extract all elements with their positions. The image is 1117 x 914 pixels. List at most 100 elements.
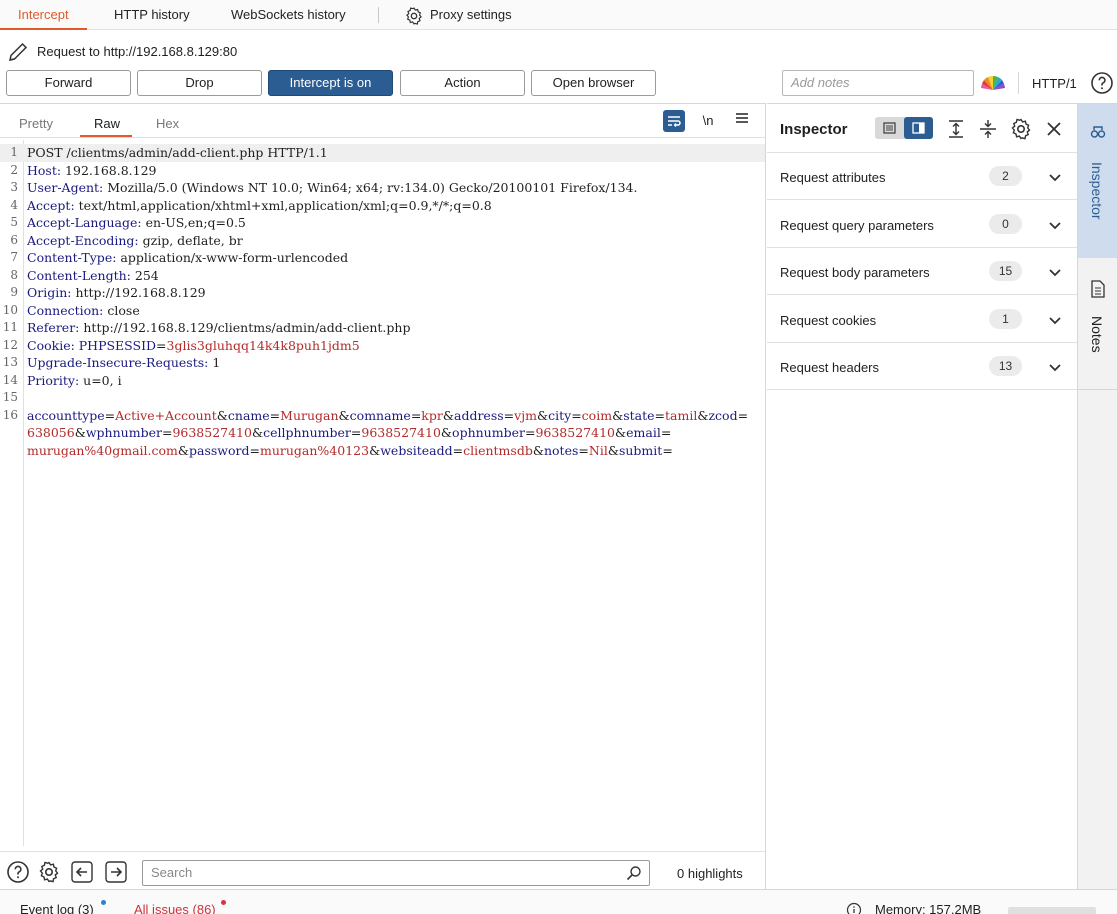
hamburger-icon [736,113,748,123]
action-button[interactable]: Action [400,70,525,96]
inspector-layout-toggle[interactable] [875,117,933,139]
toolbar-divider [1018,72,1019,94]
intercept-toggle-button[interactable]: Intercept is on [268,70,393,96]
code-line: 12 Cookie: PHPSESSID=3glis3gluhqq14k4k8pu… [0,337,765,355]
line-number: 1 [10,145,18,159]
line-text: Accept-Language: en-US,en;q=0.5 [27,214,765,232]
side-tab-notes[interactable]: Notes [1078,258,1117,390]
body-param-key: notes [543,442,579,458]
inspector-section[interactable]: Request query parameters 0 [767,201,1077,248]
inspector-section[interactable]: Request cookies 1 [767,296,1077,343]
request-line-text: POST /clientms/admin/add-client.php HTTP… [27,145,328,160]
chevron-down-icon[interactable] [1047,312,1063,328]
param-separator: & [440,425,453,440]
tab-http-history[interactable]: HTTP history [96,0,208,30]
code-line: 2 Host: 192.168.8.129 [0,162,765,180]
raw-request-text[interactable]: 1 POST /clientms/admin/add-client.php HTT… [0,140,765,846]
header-name: Origin: [27,285,72,300]
tab-pretty[interactable]: Pretty [19,116,53,131]
body-param-value: 638056 [27,425,75,440]
line-text: Accept: text/html,application/xhtml+xml,… [27,197,765,215]
gear-icon[interactable] [1009,117,1033,141]
body-param-value: murugan%40gmail.com [27,442,178,458]
add-notes-input[interactable]: Add notes [782,70,974,96]
line-text: POST /clientms/admin/add-client.php HTTP… [27,144,765,162]
memory-label: Memory: 157.2MB [875,902,982,914]
param-separator: & [216,407,228,423]
code-line: 5 Accept-Language: en-US,en;q=0.5 [0,214,765,232]
line-number: 5 [10,215,18,229]
param-separator: & [697,407,709,423]
wrap-icon [668,116,681,127]
header-value: application/x-www-form-urlencoded [116,250,349,265]
chevron-down-icon[interactable] [1047,217,1063,233]
show-newlines-button[interactable]: \n [697,110,719,132]
body-param-key: websiteadd [380,442,453,458]
inspector-header: Inspector [767,104,1077,153]
header-value: u=0, i [79,372,122,388]
tab-hex[interactable]: Hex [156,116,179,131]
line-text: Accept-Encoding: gzip, deflate, br [27,232,765,250]
expand-all-icon[interactable] [944,117,968,141]
line-number: 13 [2,355,18,369]
side-tab-notes-label: Notes [1089,316,1105,353]
param-equals: = [662,442,673,458]
header-value: 1 [208,355,221,370]
side-panel-tabs: Inspector Notes [1077,103,1117,889]
event-log-link[interactable]: Event log (3) [20,902,94,914]
tab-intercept[interactable]: Intercept [0,0,87,30]
line-number: 7 [10,250,18,264]
line-text: User-Agent: Mozilla/5.0 (Windows NT 10.0… [27,179,765,197]
inspector-section-label: Request cookies [780,312,877,328]
open-browser-button[interactable]: Open browser [531,70,656,96]
tab-raw[interactable]: Raw [94,116,120,131]
collapse-all-icon[interactable] [976,117,1000,141]
close-icon[interactable] [1042,117,1066,141]
layout-list-option[interactable] [875,117,904,139]
inspector-section[interactable]: Request body parameters 15 [767,248,1077,295]
chevron-down-icon[interactable] [1047,359,1063,375]
param-separator: & [74,425,86,440]
all-issues-link[interactable]: All issues (86) [134,902,216,914]
gear-icon[interactable] [37,860,61,884]
pencil-icon [9,42,28,61]
line-text: Priority: u=0, i [27,372,765,390]
line-text: Origin: http://192.168.8.129 [27,284,765,302]
body-param-value: 9638527410 [361,425,441,440]
body-param-value: Murugan [280,407,339,423]
help-icon[interactable] [1090,71,1114,95]
chevron-down-icon[interactable] [1047,264,1063,280]
layout-panel-option[interactable] [904,117,933,139]
inspector-icon [1090,126,1106,138]
tab-websockets-history[interactable]: WebSockets history [213,0,364,30]
body-param-key: wphnumber [85,425,162,440]
editor-menu-button[interactable] [731,110,753,132]
search-input[interactable]: Search [142,860,650,886]
param-separator: & [177,442,190,458]
forward-button[interactable]: Forward [6,70,131,96]
body-param-value: coim [581,407,613,423]
arrow-right-icon[interactable] [104,860,128,884]
line-text: Content-Type: application/x-www-form-url… [27,249,765,267]
wrap-lines-button[interactable] [663,110,685,132]
chevron-down-icon[interactable] [1047,169,1063,185]
http-version-label[interactable]: HTTP/1 [1032,76,1077,91]
active-tab-underline [80,135,132,137]
highlight-color-icon[interactable] [980,70,1006,96]
line-text: Upgrade-Insecure-Requests: 1 [27,354,765,372]
arrow-left-icon[interactable] [70,860,94,884]
proxy-settings-button[interactable]: Proxy settings [386,0,530,30]
drop-button[interactable]: Drop [137,70,262,96]
param-separator: & [614,425,627,440]
count-badge: 13 [989,356,1022,376]
inspector-section[interactable]: Request headers 13 [767,343,1077,390]
inspector-section[interactable]: Request attributes 2 [767,153,1077,200]
line-text: Host: 192.168.8.129 [27,162,765,180]
param-equals: = [737,407,749,423]
code-line-wrapped: 638056&wphnumber=9638527410&cellphnumber… [0,424,765,442]
line-number: 10 [2,302,18,317]
line-number: 11 [2,320,18,334]
help-icon[interactable] [6,860,30,884]
body-param-value: 9638527410 [535,425,615,440]
side-tab-inspector[interactable]: Inspector [1078,104,1117,258]
